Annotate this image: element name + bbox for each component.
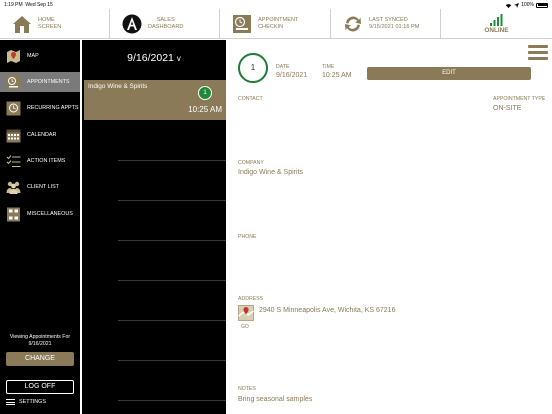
- edit-button[interactable]: EDIT: [367, 67, 531, 80]
- sidebar-item-label: CALENDAR: [27, 132, 57, 138]
- sidebar-item-client-list[interactable]: CLIENT LIST: [0, 177, 80, 197]
- sidebar-item-label: MAP: [27, 53, 39, 59]
- phone-label: PHONE: [238, 234, 257, 240]
- online-label: ONLINE: [484, 27, 509, 34]
- online-status: ONLINE: [441, 9, 552, 39]
- date-value: 9/16/2021: [276, 72, 308, 79]
- status-time: 1:19 PM Wed Sep 15: [4, 2, 53, 8]
- app-root: 1:19 PM Wed Sep 15 100% HOME SCREEN SALES…: [0, 0, 552, 414]
- log-off-button[interactable]: LOG OFF: [6, 380, 74, 394]
- change-date-button[interactable]: CHANGE: [6, 352, 74, 366]
- time-label: TIME: [322, 64, 335, 70]
- list-divider: [118, 360, 226, 361]
- contact-label: CONTACT: [238, 96, 263, 102]
- sidebar-item-miscellaneous[interactable]: MISCELLANEOUS: [0, 204, 80, 224]
- company-value: Indigo Wine & Spirits: [238, 169, 303, 176]
- chevron-down-icon: v: [176, 54, 181, 63]
- appointment-list: 9/16/2021 v Indigo Wine & Spirits 1 10:2…: [82, 40, 226, 414]
- wifi-icon: [505, 3, 512, 8]
- list-divider: [118, 200, 226, 201]
- settings-button[interactable]: SETTINGS: [6, 399, 46, 405]
- date-label: DATE: [276, 64, 290, 70]
- home-icon: [13, 16, 31, 33]
- settings-label: SETTINGS: [19, 399, 46, 405]
- notes-label: NOTES: [238, 386, 256, 392]
- battery-icon: [536, 2, 548, 8]
- address-value: 2940 S Minneapolis Ave, Wichita, KS 6721…: [259, 307, 396, 314]
- sidebar-item-label: MISCELLANEOUS: [27, 211, 73, 217]
- sync-button[interactable]: LAST SYNCED 9/15/2021 01:16 PM: [331, 9, 441, 39]
- list-divider: [118, 320, 226, 321]
- appointment-checkin-label: APPOINTMENT CHECKIN: [258, 17, 299, 30]
- map-go-icon[interactable]: [238, 305, 254, 321]
- go-label[interactable]: GO: [241, 324, 249, 330]
- appointment-detail: 1 DATE 9/16/2021 TIME 10:25 AM EDIT CONT…: [226, 40, 552, 414]
- sidebar: MAP APPOINTMENTS RECURRING APPTS CALENDA…: [0, 40, 80, 414]
- sales-dashboard-button[interactable]: SALES DASHBOARD: [110, 9, 220, 39]
- sales-dashboard-label: SALES DASHBOARD: [148, 17, 184, 30]
- status-right: 100%: [505, 2, 548, 8]
- sidebar-item-label: RECURRING APPTS: [27, 105, 79, 111]
- home-screen-label: HOME SCREEN: [38, 17, 62, 30]
- appointment-time: 10:25 AM: [188, 105, 222, 114]
- sidebar-item-action-items[interactable]: ACTION ITEMS: [0, 151, 80, 171]
- sidebar-item-map[interactable]: MAP: [0, 46, 80, 66]
- sidebar-item-label: ACTION ITEMS: [27, 158, 66, 164]
- sidebar-item-appointments[interactable]: APPOINTMENTS: [0, 72, 80, 92]
- recurring-icon: [6, 101, 21, 115]
- list-date-selector[interactable]: 9/16/2021 v: [82, 52, 226, 64]
- status-bar: 1:19 PM Wed Sep 15 100%: [0, 0, 552, 9]
- sync-icon: [345, 16, 361, 32]
- last-synced-label: LAST SYNCED 9/15/2021 01:16 PM: [369, 17, 420, 30]
- appointment-type-label: APPOINTMENT TYPE: [493, 96, 546, 102]
- location-icon: [514, 2, 520, 8]
- appointment-company: Indigo Wine & Spirits: [88, 83, 148, 90]
- viewing-appointments-text: Viewing Appointments For 9/16/2021: [9, 334, 71, 347]
- signal-bars-icon: [490, 14, 503, 26]
- sidebar-item-label: APPOINTMENTS: [27, 79, 70, 85]
- notes-value: Bring seasonal samples: [238, 396, 313, 403]
- appointment-type-value: ON-SITE: [493, 105, 522, 112]
- calendar-icon: [6, 129, 21, 142]
- appointment-list-item[interactable]: Indigo Wine & Spirits 1 10:25 AM: [84, 80, 226, 120]
- top-nav: HOME SCREEN SALES DASHBOARD APPOINTMENT CHE…: [0, 9, 552, 39]
- client-list-icon: [6, 181, 21, 194]
- menu-icon[interactable]: [528, 45, 548, 61]
- sidebar-item-recurring-appts[interactable]: RECURRING APPTS: [0, 98, 80, 118]
- map-icon: [7, 49, 20, 63]
- sidebar-item-label: CLIENT LIST: [27, 184, 59, 190]
- checklist-icon: [6, 154, 21, 167]
- appointments-icon: [6, 75, 21, 89]
- sidebar-item-calendar[interactable]: CALENDAR: [0, 125, 80, 145]
- battery-percent: 100%: [521, 2, 534, 8]
- list-divider: [118, 400, 226, 401]
- appointment-number-badge: 1: [198, 86, 212, 100]
- appointment-checkin-button[interactable]: APPOINTMENT CHECKIN: [220, 9, 331, 39]
- time-value: 10:25 AM: [322, 72, 352, 79]
- list-divider: [118, 240, 226, 241]
- sales-dashboard-icon: [122, 14, 142, 34]
- list-divider: [118, 160, 226, 161]
- list-divider: [118, 280, 226, 281]
- miscellaneous-icon: [7, 207, 20, 221]
- address-label: ADDRESS: [238, 296, 264, 302]
- appointment-number-circle: 1: [238, 53, 268, 83]
- settings-menu-icon: [6, 399, 15, 405]
- company-label: COMPANY: [238, 160, 264, 166]
- home-screen-button[interactable]: HOME SCREEN: [0, 9, 110, 39]
- appointment-checkin-icon: [233, 15, 251, 33]
